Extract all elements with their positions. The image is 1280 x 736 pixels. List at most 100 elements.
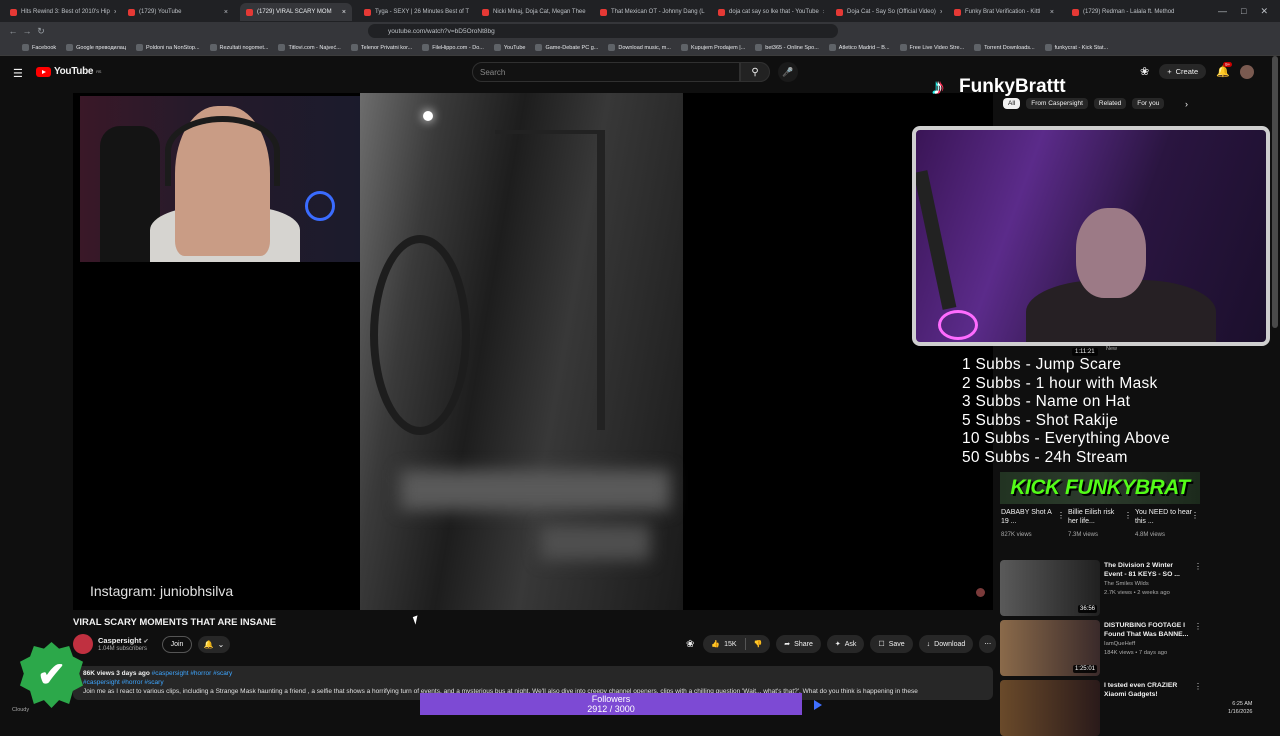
tab-close-icon[interactable]: × [224, 9, 228, 16]
recommendation-channel[interactable]: The Smiles Wilds [1104, 581, 1149, 587]
browser-tab[interactable]: doja cat say so lke that - YouTube × [712, 3, 824, 21]
more-icon[interactable]: ⋮ [1194, 562, 1202, 571]
tab-close-icon[interactable]: × [342, 9, 346, 16]
channel-name[interactable]: Caspersight ✔ [98, 636, 148, 645]
close-icon[interactable]: ✕ [1260, 6, 1268, 17]
more-icon[interactable]: ⋮ [1194, 622, 1202, 631]
bookmark-item[interactable]: Kupujem Prodajem |... [680, 44, 745, 51]
back-icon[interactable]: ← [6, 24, 20, 38]
recommendation-channel[interactable]: IamQueHeff [1104, 641, 1135, 647]
tab-favicon-icon [482, 8, 489, 16]
tab-close-icon[interactable]: × [940, 9, 942, 16]
recommendation-item[interactable]: 1:25:01 DISTURBING FOOTAGE I Found That W… [1000, 620, 1202, 676]
bookmark-label: Download music, m... [618, 44, 671, 51]
bookmark-item[interactable]: Poldoni na NonStop... [136, 44, 200, 51]
recommendation-item[interactable]: I tested even CRAZIER Xiaomi Gadgets! ⋮ [1000, 680, 1202, 736]
avatar[interactable] [1239, 64, 1254, 79]
filter-chip[interactable]: All [1003, 98, 1021, 109]
sparkle-icon: ✦ [834, 641, 841, 648]
thumbs-down-icon[interactable]: 👎 [754, 640, 763, 648]
filter-chip[interactable]: Related [1093, 98, 1127, 109]
search-input[interactable]: Search [472, 62, 740, 82]
bookmark-item[interactable]: Game-Debate PC g... [535, 44, 598, 51]
reload-icon[interactable]: ↻ [34, 24, 48, 38]
browser-tab[interactable]: Nicki Minaj, Doja Cat, Megan Thee× [476, 3, 588, 21]
bookmark-item[interactable]: Facebook [22, 44, 56, 51]
channel-watermark[interactable] [976, 588, 985, 597]
browser-tab[interactable]: Funky Brat Verification - Kittl × [948, 3, 1060, 21]
more-icon[interactable]: ⋮ [1057, 511, 1065, 520]
bookmark-label: Torrent Downloads... [984, 44, 1035, 51]
video-thumbnail[interactable]: 1:25:01 [1000, 620, 1100, 676]
ask-button[interactable]: ✦ Ask [826, 635, 865, 653]
bookmark-favicon-icon [66, 44, 74, 51]
short-views: 7.3M views [1068, 532, 1099, 538]
browser-tab[interactable]: (1729) YouTube × [122, 3, 234, 21]
chevron-right-icon[interactable]: › [1185, 99, 1188, 109]
maximize-icon[interactable]: □ [1241, 6, 1246, 16]
more-button[interactable]: ⋯ [979, 635, 997, 653]
url-field[interactable]: youtube.com/watch?v=bD5OroNt8bg [368, 24, 838, 38]
like-button[interactable]: 👍 15K 👎 [703, 635, 771, 653]
recommendation-meta: 184K views • 7 days ago [1104, 650, 1168, 656]
bookmark-item[interactable]: YouTube [493, 44, 525, 51]
tab-favicon-icon [246, 8, 253, 16]
save-button[interactable]: ☐ Save [870, 635, 913, 653]
browser-tab[interactable]: Tyga - SEXY | 26 Minutes Best of T× [358, 3, 470, 21]
channel-avatar[interactable] [73, 634, 93, 654]
browser-tab[interactable]: Hits Rewind 3: Best of 2010's Hip × [4, 3, 116, 21]
forward-icon[interactable]: → [20, 24, 34, 38]
video-thumbnail[interactable]: 36:56 [1000, 560, 1100, 616]
tab-close-icon[interactable]: × [1050, 9, 1054, 16]
scrollbar[interactable] [1272, 56, 1278, 328]
short-title[interactable]: You NEED to hear this ... [1135, 508, 1193, 526]
browser-tab[interactable]: (1729) VIRAL SCARY MOM × [240, 3, 352, 21]
bookmark-item[interactable]: FileHippo.com - Do... [422, 44, 484, 51]
recommendation-item[interactable]: 36:56 The Division 2 Winter Event - 81 KE… [1000, 560, 1202, 616]
duration-badge: 1:25:01 [1072, 665, 1097, 673]
join-button[interactable]: Join [162, 636, 192, 653]
browser-tab[interactable]: (1729) Redman - Lalala ft. Method× [1066, 3, 1178, 21]
download-button[interactable]: ↓ Download [918, 635, 974, 653]
more-icon[interactable]: ⋮ [1194, 682, 1202, 691]
settings-icon[interactable]: ❀ [1140, 65, 1149, 78]
create-button[interactable]: + Create [1159, 64, 1207, 79]
ask-label: Ask [844, 640, 857, 648]
bookmark-item[interactable]: Free Live Video Stre... [899, 44, 964, 51]
bookmark-item[interactable]: bet365 - Online Spo... [755, 44, 819, 51]
search-button[interactable]: ⚲ [740, 62, 770, 82]
voice-search-button[interactable]: 🎤 [778, 62, 798, 82]
short-title[interactable]: Billie Eilish risk her life... [1068, 508, 1126, 526]
video-thumbnail[interactable] [1000, 680, 1100, 736]
tab-close-icon[interactable]: × [823, 9, 824, 16]
subscribed-button[interactable]: 🔔 ⌄ [198, 636, 230, 653]
hashtags[interactable]: #caspersight #horror #scary [152, 670, 233, 677]
video-mirror [370, 235, 470, 435]
share-button[interactable]: ➦ Share [776, 635, 821, 653]
notifications-icon[interactable]: 🔔 9+ [1216, 62, 1233, 78]
bookmark-item[interactable]: Telenor Privatni kor... [350, 44, 412, 51]
bookmark-item[interactable]: Download music, m... [608, 44, 671, 51]
tab-favicon-icon [836, 8, 843, 16]
bookmark-item[interactable]: funkycrat - Kick Stat... [1044, 44, 1108, 51]
bookmark-favicon-icon [22, 44, 29, 51]
filter-chip[interactable]: For you [1132, 98, 1165, 109]
filter-chip[interactable]: From Caspersight [1026, 98, 1088, 109]
browser-tab[interactable]: Doja Cat - Say So (Official Video) × [830, 3, 942, 21]
tab-close-icon[interactable]: × [114, 9, 116, 16]
bookmark-item[interactable]: Google преводилац [66, 44, 126, 51]
save-label: Save [888, 640, 905, 648]
bookmark-item[interactable]: Torrent Downloads... [974, 44, 1035, 51]
short-title[interactable]: DABABY Shot A 19 ... [1001, 508, 1059, 526]
browser-tab[interactable]: That Mexican OT - Johnny Dang (L× [594, 3, 706, 21]
bookmark-item[interactable]: Rezultati nogomet... [209, 44, 268, 51]
bookmark-item[interactable]: Titlovi.com - Najveć... [278, 44, 341, 51]
clip-icon[interactable]: ❀ [683, 635, 697, 653]
hashtags-line[interactable]: #caspersight #horror #scary [83, 679, 983, 686]
menu-icon[interactable]: ☰ [13, 67, 23, 80]
youtube-logo[interactable]: YouTube RS [36, 66, 101, 77]
bookmark-item[interactable]: Atletico Madrid – B... [828, 44, 890, 51]
more-icon[interactable]: ⋮ [1191, 511, 1199, 520]
more-icon[interactable]: ⋮ [1124, 511, 1132, 520]
minimize-icon[interactable]: — [1218, 6, 1227, 16]
